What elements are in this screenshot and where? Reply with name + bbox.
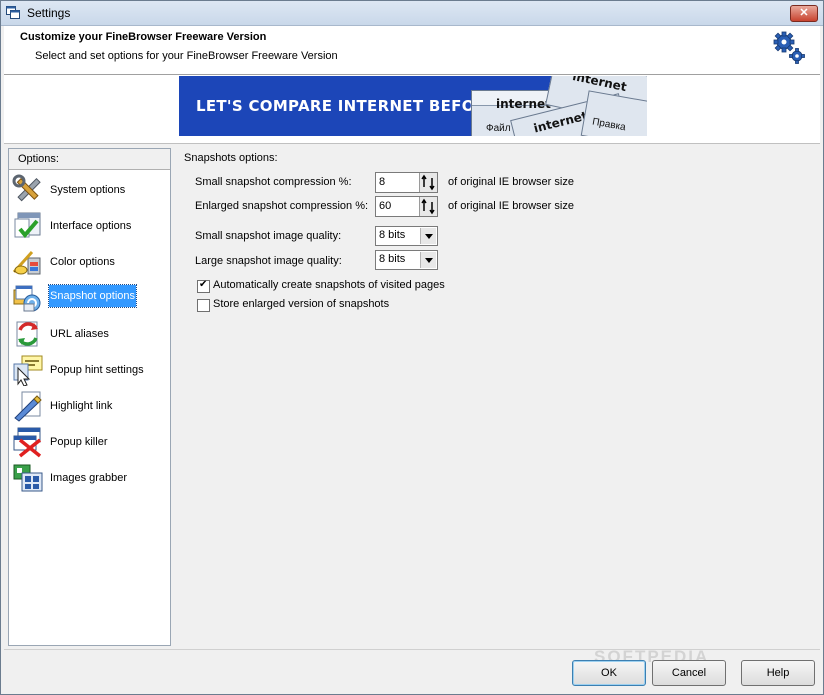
sidebar-item-label: Popup hint settings <box>50 364 144 376</box>
promo-banner[interactable]: LET'S COMPARE INTERNET BEFORE internet Ф… <box>179 76 647 136</box>
store-enlarged-checkbox[interactable] <box>197 299 210 312</box>
settings-window: Settings ✕ Customize your FineBrowser Fr… <box>0 0 824 695</box>
sidebar-item-label: URL aliases <box>50 328 109 340</box>
enlarged-compression-spinner[interactable]: 60 <box>375 196 438 217</box>
small-quality-select[interactable]: 8 bits <box>375 226 438 246</box>
popup-hint-icon <box>13 355 43 386</box>
compression-suffix: of original IE browser size <box>448 200 574 212</box>
sidebar-item-label: Color options <box>50 256 115 268</box>
header-title: Customize your FineBrowser Freeware Vers… <box>20 31 267 43</box>
tools-icon <box>12 174 41 202</box>
close-button[interactable]: ✕ <box>790 5 818 22</box>
sidebar-header-label: Options: <box>18 153 59 165</box>
card-menu-2: Правка <box>591 116 627 134</box>
compression-suffix: of original IE browser size <box>448 176 574 188</box>
sidebar-item-label: Popup killer <box>50 436 108 448</box>
card-menu: Файл <box>486 123 511 134</box>
banner-area: LET'S COMPARE INTERNET BEFORE internet Ф… <box>4 75 820 144</box>
sidebar-item-label: Snapshot options <box>47 284 138 308</box>
sidebar-item-popup-hint-settings[interactable]: Popup hint settings <box>9 352 170 388</box>
header-subtitle: Select and set options for your FineBrow… <box>35 50 338 62</box>
auto-create-checkbox[interactable] <box>197 279 210 293</box>
spinner-value: 60 <box>379 200 392 212</box>
section-title: Snapshots options: <box>184 152 278 164</box>
large-quality-select[interactable]: 8 bits <box>375 250 438 270</box>
gears-icon <box>773 31 805 64</box>
sidebar-item-images-grabber[interactable]: Images grabber <box>9 460 170 496</box>
palette-icon <box>12 250 41 275</box>
sidebar-item-label: Images grabber <box>50 472 128 484</box>
interface-checkmark-icon <box>14 212 41 239</box>
sidebar-item-interface-options[interactable]: Interface options <box>9 208 170 244</box>
sidebar-item-popup-killer[interactable]: Popup killer <box>9 424 170 460</box>
select-value: 8 bits <box>379 229 406 241</box>
small-compression-spinner[interactable]: 8 <box>375 172 438 193</box>
sidebar-item-label: Highlight link <box>50 400 113 412</box>
small-quality-label: Small snapshot image quality: <box>195 230 342 242</box>
select-value: 8 bits <box>379 253 406 265</box>
card-title: internet <box>496 97 551 111</box>
options-sidebar: Options: System options Interface option… <box>8 148 171 646</box>
title-bar[interactable]: Settings ✕ <box>1 1 823 26</box>
sidebar-item-label: System options <box>50 184 126 196</box>
sidebar-item-system-options[interactable]: System options <box>9 172 170 208</box>
snapshot-options-panel: Snapshots options: Small snapshot compre… <box>174 148 819 644</box>
enlarged-compression-label: Enlarged snapshot compression %: <box>195 200 369 212</box>
sidebar-header: Options: <box>9 149 170 170</box>
spin-arrows-icon[interactable] <box>419 197 437 216</box>
dialog-header: Customize your FineBrowser Freeware Vers… <box>4 26 820 75</box>
help-button[interactable]: Help <box>741 660 815 686</box>
snapshot-icon <box>13 285 41 312</box>
sidebar-item-snapshot-options[interactable]: Snapshot options <box>9 280 170 316</box>
chevron-down-icon[interactable] <box>420 228 436 244</box>
spin-arrows-icon[interactable] <box>419 173 437 192</box>
spinner-value: 8 <box>379 176 386 188</box>
close-icon: ✕ <box>799 7 809 19</box>
auto-create-label[interactable]: Automatically create snapshots of visite… <box>213 279 445 291</box>
window-title: Settings <box>27 6 71 20</box>
highlighter-icon <box>14 391 42 422</box>
popup-killer-icon <box>13 427 42 458</box>
small-compression-label: Small snapshot compression %: <box>195 176 352 188</box>
app-window-icon <box>6 6 20 19</box>
cancel-button[interactable]: Cancel <box>652 660 726 686</box>
large-quality-label: Large snapshot image quality: <box>195 255 342 267</box>
sidebar-item-label: Interface options <box>50 220 132 232</box>
banner-headline: LET'S COMPARE INTERNET BEFORE <box>196 97 498 115</box>
sidebar-item-url-aliases[interactable]: URL aliases <box>9 316 170 352</box>
sidebar-item-color-options[interactable]: Color options <box>9 244 170 280</box>
ok-button[interactable]: OK <box>572 660 646 686</box>
refresh-arrows-icon <box>16 321 38 347</box>
sidebar-item-highlight-link[interactable]: Highlight link <box>9 388 170 424</box>
chevron-down-icon[interactable] <box>420 252 436 268</box>
store-enlarged-label[interactable]: Store enlarged version of snapshots <box>213 298 389 310</box>
images-grabber-icon <box>13 464 43 492</box>
